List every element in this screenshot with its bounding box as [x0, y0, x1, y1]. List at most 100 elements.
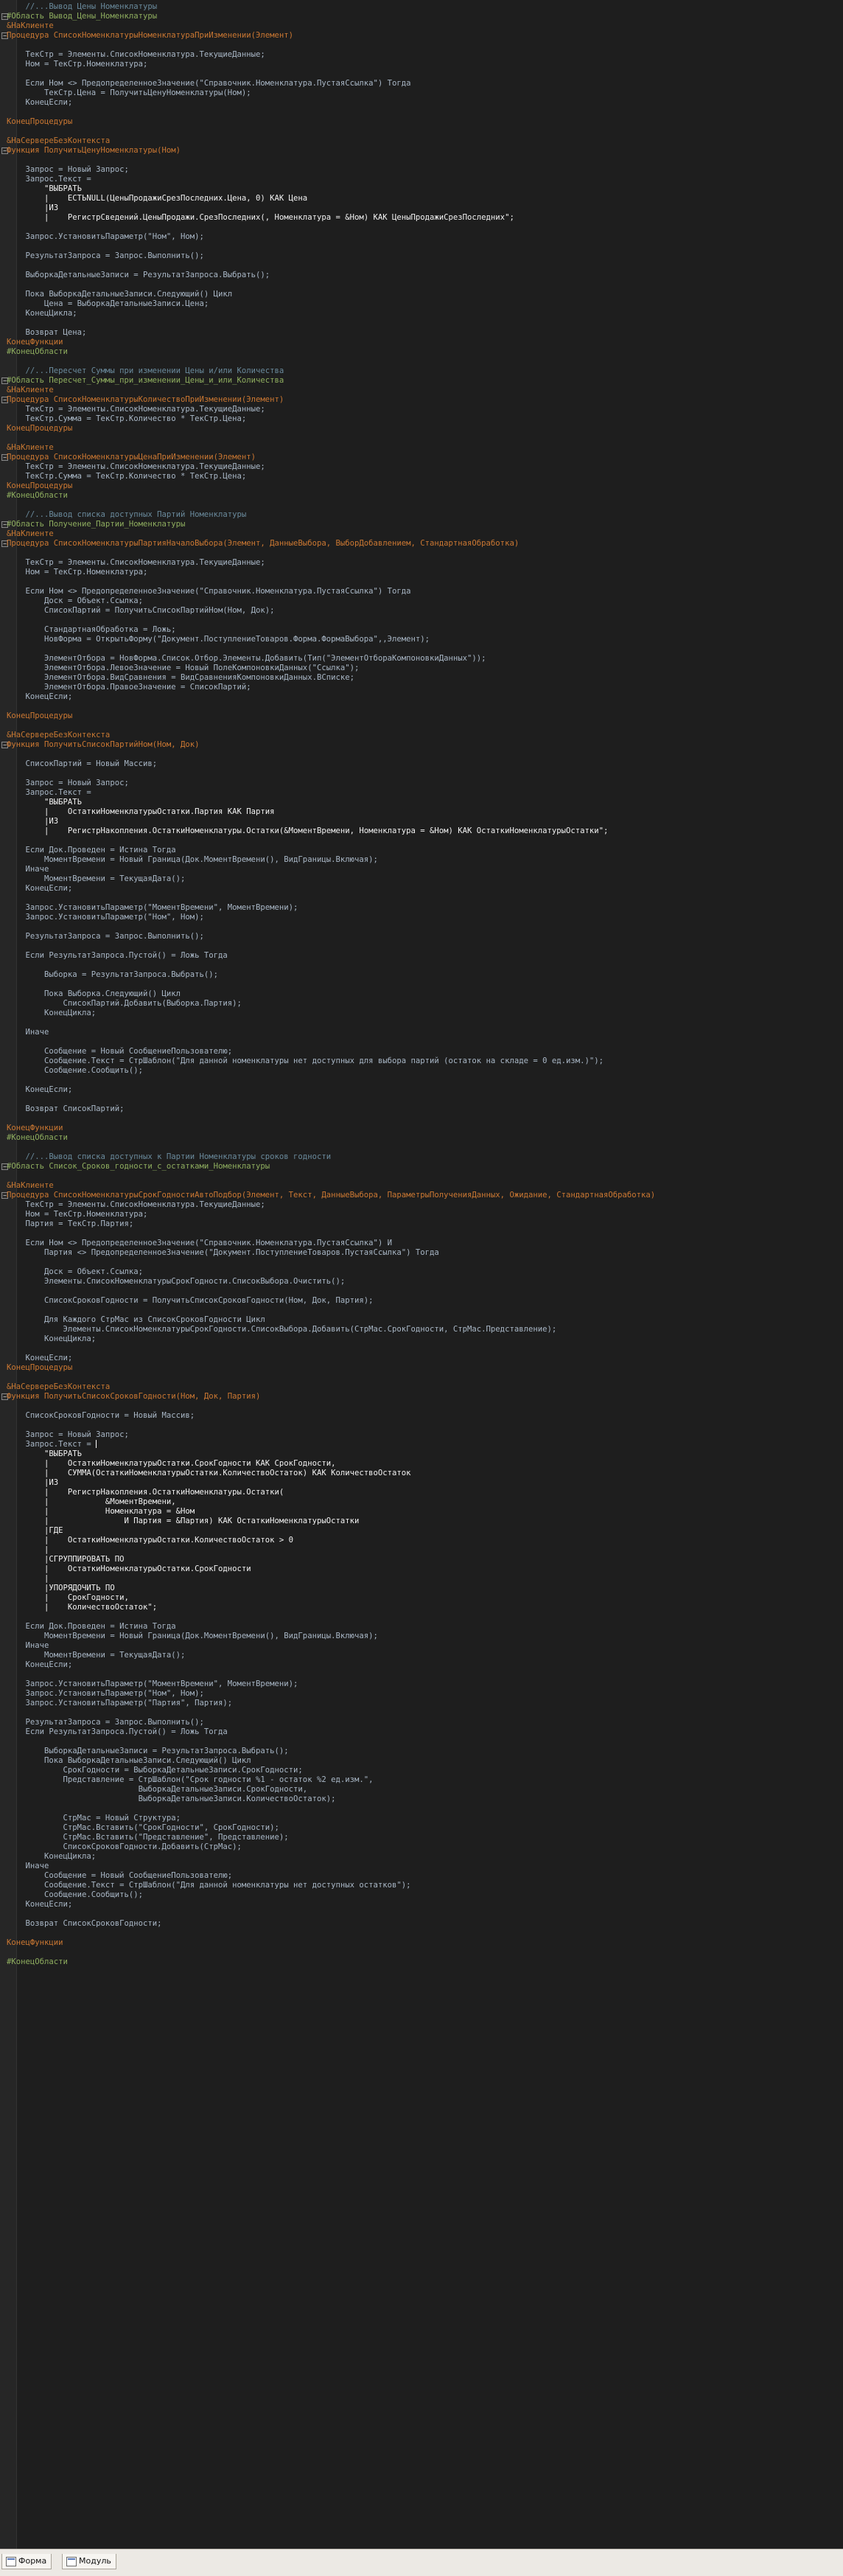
code-line[interactable]: Представление = СтрШаблон("Срок годности…	[0, 1775, 843, 1785]
code-line[interactable]: МоментВремени = Новый Граница(Док.Момент…	[0, 855, 843, 865]
code-line[interactable]	[0, 577, 843, 587]
code-line[interactable]: Запрос.УстановитьПараметр("МоментВремени…	[0, 1679, 843, 1689]
code-line[interactable]: СтандартнаяОбработка = Ложь;	[0, 625, 843, 635]
code-line[interactable]: Возврат СписокСроковГодности;	[0, 1919, 843, 1929]
code-line[interactable]: КонецЦикла;	[0, 309, 843, 318]
code-line[interactable]	[0, 836, 843, 846]
code-line[interactable]: КонецПроцедуры	[0, 481, 843, 491]
code-line[interactable]: − Функция ПолучитьЦенуНоменклатуры(Ном)	[0, 146, 843, 156]
code-line[interactable]: | СрокГодности,	[0, 1593, 843, 1603]
code-line[interactable]: Если РезультатЗапроса.Пустой() = Ложь То…	[0, 1727, 843, 1737]
code-line[interactable]: |ИЗ	[0, 203, 843, 213]
code-line[interactable]: ЭлементОтбора.ВидСравнения = ВидСравнени…	[0, 673, 843, 683]
code-line[interactable]	[0, 1258, 843, 1267]
code-line[interactable]: "ВЫБРАТЬ	[0, 1449, 843, 1459]
code-line[interactable]: &НаСервереБезКонтекста	[0, 136, 843, 146]
code-line[interactable]: Запрос.Текст =	[0, 788, 843, 798]
code-line[interactable]: |	[0, 1545, 843, 1555]
code-line[interactable]: //...Вывод Цены Номенклатуры	[0, 2, 843, 12]
code-line[interactable]	[0, 1172, 843, 1181]
code-line[interactable]: Запрос.УстановитьПараметр("Ном", Ном);	[0, 1689, 843, 1699]
code-line[interactable]: КонецФункции	[0, 338, 843, 347]
code-line[interactable]	[0, 941, 843, 951]
code-line[interactable]: СтрМас = Новый Структура;	[0, 1814, 843, 1823]
code-line[interactable]: Пока ВыборкаДетальныеЗаписи.Следующий() …	[0, 290, 843, 299]
code-line[interactable]: ТекСтр = Элементы.СписокНоменклатура.Тек…	[0, 462, 843, 472]
code-line[interactable]: |УПОРЯДОЧИТЬ ПО	[0, 1584, 843, 1593]
code-line[interactable]: КонецЦикла;	[0, 1334, 843, 1344]
code-line[interactable]: | ОстаткиНоменклатурыОстатки.СрокГодност…	[0, 1459, 843, 1469]
code-line[interactable]: Возврат Цена;	[0, 328, 843, 338]
code-line[interactable]: "ВЫБРАТЬ	[0, 184, 843, 194]
code-line[interactable]: Партия = ТекСтр.Партия;	[0, 1219, 843, 1229]
code-line[interactable]: МоментВремени = Новый Граница(Док.Момент…	[0, 1632, 843, 1641]
code-line[interactable]: − Процедура СписокНоменклатурыНоменклатур…	[0, 31, 843, 41]
code-line[interactable]: Партия <> ПредопределенноеЗначение("Доку…	[0, 1248, 843, 1258]
code-line[interactable]: МоментВремени = ТекущаяДата();	[0, 1651, 843, 1660]
code-line[interactable]: Если РезультатЗапроса.Пустой() = Ложь То…	[0, 951, 843, 961]
code-line[interactable]: КонецЕсли;	[0, 1085, 843, 1095]
code-line[interactable]: "ВЫБРАТЬ	[0, 798, 843, 807]
code-line[interactable]: РезультатЗапроса = Запрос.Выполнить();	[0, 251, 843, 261]
code-line[interactable]: Ном = ТекСтр.Номенклатура;	[0, 1210, 843, 1219]
code-line[interactable]: СписокПартий.Добавить(Выборка.Партия);	[0, 999, 843, 1009]
code-line[interactable]	[0, 1948, 843, 1957]
code-line[interactable]: Доск = Объект.Ссылка;	[0, 596, 843, 606]
code-line[interactable]: НовФорма = ОткрытьФорму("Документ.Поступ…	[0, 635, 843, 644]
code-line[interactable]: #КонецОбласти	[0, 1957, 843, 1967]
code-line[interactable]: Сообщение = Новый СообщениеПользователю;	[0, 1047, 843, 1056]
code-line[interactable]: КонецПроцедуры	[0, 117, 843, 127]
code-line[interactable]: Сообщение.Сообщить();	[0, 1890, 843, 1900]
code-line[interactable]	[0, 1143, 843, 1152]
code-line[interactable]: ТекСтр.Сумма = ТекСтр.Количество * ТекСт…	[0, 414, 843, 424]
code-line[interactable]: ТекСтр = Элементы.СписокНоменклатура.Тек…	[0, 50, 843, 60]
code-line[interactable]: | РегистрНакопления.ОстаткиНоменклатуры.…	[0, 1488, 843, 1497]
code-line[interactable]	[0, 1287, 843, 1296]
code-line[interactable]: Сообщение.Текст = СтрШаблон("Для данной …	[0, 1056, 843, 1066]
code-line[interactable]	[0, 1306, 843, 1315]
code-line[interactable]: | ОстаткиНоменклатурыОстатки.КоличествоО…	[0, 1536, 843, 1545]
code-line[interactable]: ТекСтр = Элементы.СписокНоменклатура.Тек…	[0, 405, 843, 414]
code-line[interactable]: КонецЕсли;	[0, 98, 843, 108]
code-line[interactable]	[0, 434, 843, 443]
code-line[interactable]: МоментВремени = ТекущаяДата();	[0, 874, 843, 884]
code-line[interactable]: #КонецОбласти	[0, 347, 843, 357]
code-line[interactable]: ТекСтр = Элементы.СписокНоменклатура.Тек…	[0, 558, 843, 568]
code-line[interactable]: &НаКлиенте	[0, 443, 843, 453]
code-editor[interactable]: //...Вывод Цены Номенклатуры − #Область Вы…	[0, 0, 843, 2549]
code-line[interactable]: //...Вывод списка доступных к Партии Ном…	[0, 1152, 843, 1162]
code-line[interactable]	[0, 1708, 843, 1718]
code-line[interactable]: | Номенклатура = &Ном	[0, 1507, 843, 1517]
code-line[interactable]: |ИЗ	[0, 817, 843, 826]
code-line[interactable]: СписокСроковГодности = Новый Массив;	[0, 1411, 843, 1421]
code-line[interactable]: Элементы.СписокНоменклатурыСрокГодности.…	[0, 1277, 843, 1287]
code-line[interactable]	[0, 1076, 843, 1085]
code-line[interactable]: &НаКлиенте	[0, 1181, 843, 1191]
code-line[interactable]: Сообщение = Новый СообщениеПользователю;	[0, 1871, 843, 1881]
code-line[interactable]	[0, 280, 843, 290]
code-line[interactable]	[0, 242, 843, 251]
code-line[interactable]	[0, 357, 843, 366]
code-line[interactable]	[0, 1037, 843, 1047]
code-line[interactable]	[0, 261, 843, 271]
code-line[interactable]: Иначе	[0, 865, 843, 874]
code-line[interactable]: ВыборкаДетальныеЗаписи.СрокГодности,	[0, 1785, 843, 1795]
code-line[interactable]: Выборка = РезультатЗапроса.Выбрать();	[0, 970, 843, 980]
code-line[interactable]: СписокСроковГодности.Добавить(СтрМас);	[0, 1842, 843, 1852]
code-line[interactable]	[0, 1344, 843, 1354]
code-line[interactable]: − #Область Вывод_Цены_Номенклатуры	[0, 12, 843, 21]
code-line[interactable]: КонецФункции	[0, 1124, 843, 1133]
code-line[interactable]	[0, 1737, 843, 1747]
code-line[interactable]: //...Пересчет Суммы при изменении Цены и…	[0, 366, 843, 376]
code-line[interactable]: ТекСтр.Сумма = ТекСтр.Количество * ТекСт…	[0, 472, 843, 481]
code-line[interactable]: ВыборкаДетальныеЗаписи.КоличествоОстаток…	[0, 1795, 843, 1804]
code-line[interactable]: − Процедура СписокНоменклатурыСрокГодност…	[0, 1191, 843, 1200]
code-line[interactable]: СписокПартий = ПолучитьСписокПартийНом(Н…	[0, 606, 843, 616]
code-line[interactable]	[0, 1804, 843, 1814]
code-line[interactable]	[0, 769, 843, 779]
code-line[interactable]: Если Док.Проведен = Истина Тогда	[0, 1622, 843, 1632]
code-line[interactable]: Сообщение.Текст = СтрШаблон("Для данной …	[0, 1881, 843, 1890]
code-line[interactable]: ТекСтр.Цена = ПолучитьЦенуНоменклатуры(Н…	[0, 88, 843, 98]
code-line[interactable]	[0, 980, 843, 989]
code-line[interactable]: Ном = ТекСтр.Номенклатура;	[0, 60, 843, 69]
